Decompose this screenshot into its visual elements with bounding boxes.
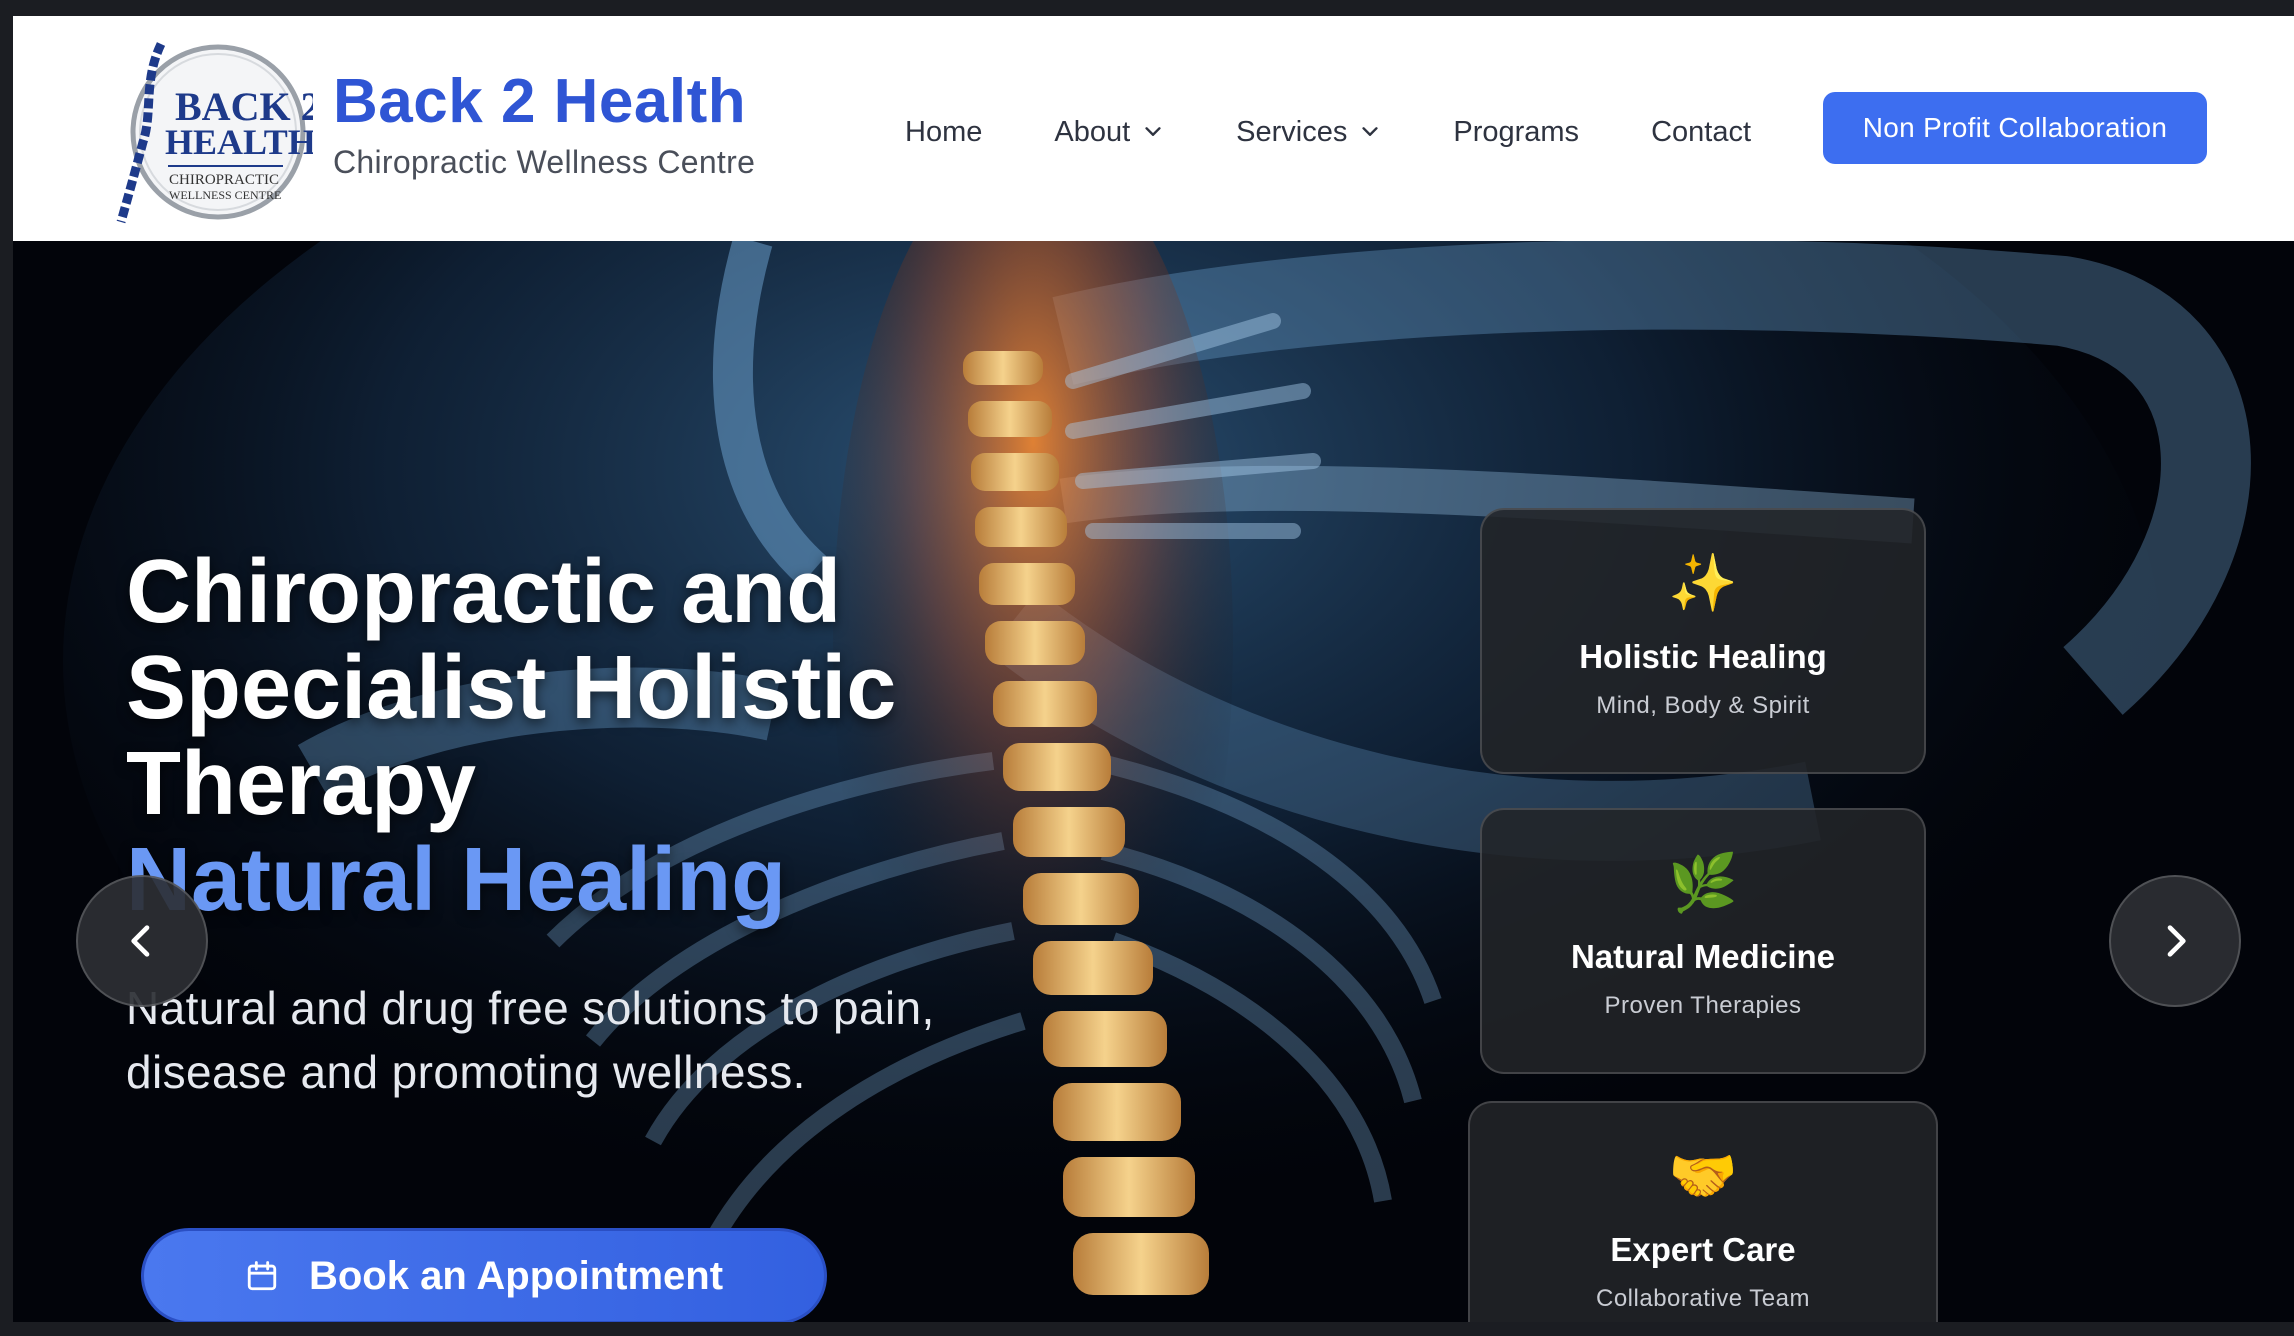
feature-card-title: Expert Care [1610,1231,1796,1268]
chevron-down-icon [1145,127,1161,136]
chevron-down-icon [1362,127,1378,136]
feature-card-title: Natural Medicine [1570,938,1836,975]
feature-card-title: Holistic Healing [1579,638,1827,675]
carousel-prev-button[interactable] [76,875,208,1007]
hero-section: Chiropractic and Specialist Holistic The… [13,241,2294,1322]
carousel-next-button[interactable] [2109,875,2241,1007]
site-logo[interactable]: BACK 2 HEALTH CHIROPRACTIC WELLNESS CENT… [113,32,321,232]
chevron-left-icon [131,925,150,957]
svg-text:WELLNESS CENTRE: WELLNESS CENTRE [169,188,281,202]
nav-label-contact: Contact [1651,115,1752,148]
hero-description: Natural and drug free solutions to pain,… [126,982,935,1098]
nav-item-contact[interactable]: Contact [1651,116,1751,149]
brand-block[interactable]: Back 2 Health Chiropractic Wellness Cent… [333,67,756,181]
hero-title-line-2: Specialist Holistic [126,638,897,738]
feature-card-holistic-healing[interactable]: ✨ Holistic Healing Mind, Body & Spirit [1480,508,1926,774]
book-appointment-label: Book an Appointment [308,1253,724,1298]
feature-card-subtitle: Mind, Body & Spirit [1596,692,1810,719]
book-appointment-button[interactable]: Book an Appointment [141,1228,827,1322]
sparkles-icon: ✨ [1668,551,1738,614]
handshake-icon: 🤝 [1668,1144,1738,1207]
main-nav: Home About Services Programs Contact [905,92,1823,172]
brand-subtitle: Chiropractic Wellness Centre [333,144,756,181]
nav-label-about: About [1054,115,1131,148]
feature-card-expert-care[interactable]: 🤝 Expert Care Collaborative Team [1468,1101,1938,1322]
browser-viewport: BACK 2 HEALTH CHIROPRACTIC WELLNESS CENT… [13,16,2294,1322]
nav-item-programs[interactable]: Programs [1453,116,1579,149]
non-profit-collaboration-button[interactable]: Non Profit Collaboration [1823,92,2207,164]
feature-card-natural-medicine[interactable]: 🌿 Natural Medicine Proven Therapies [1480,808,1926,1074]
hero-title-line-3: Therapy [126,734,477,834]
nav-label-programs: Programs [1453,115,1580,148]
chevron-right-icon [2167,925,2186,957]
nav-item-home[interactable]: Home [905,116,982,149]
hero-title-line-1: Chiropractic and [126,542,842,642]
herb-icon: 🌿 [1668,851,1738,914]
hero-title-accent: Natural Healing [126,830,787,930]
feature-card-subtitle: Collaborative Team [1596,1285,1810,1312]
nav-item-about[interactable]: About [1054,116,1164,149]
nav-label-home: Home [905,115,983,148]
hero-heading: Chiropractic and Specialist Holistic The… [126,544,1126,928]
nav-label-services: Services [1236,115,1348,148]
feature-card-subtitle: Proven Therapies [1604,992,1802,1019]
brand-title[interactable]: Back 2 Health [333,67,755,136]
svg-text:CHIROPRACTIC: CHIROPRACTIC [169,172,279,188]
nav-item-services[interactable]: Services [1236,116,1381,149]
calendar-icon [247,1261,277,1291]
site-header: BACK 2 HEALTH CHIROPRACTIC WELLNESS CENT… [13,16,2294,241]
svg-text:HEALTH: HEALTH [165,122,313,162]
